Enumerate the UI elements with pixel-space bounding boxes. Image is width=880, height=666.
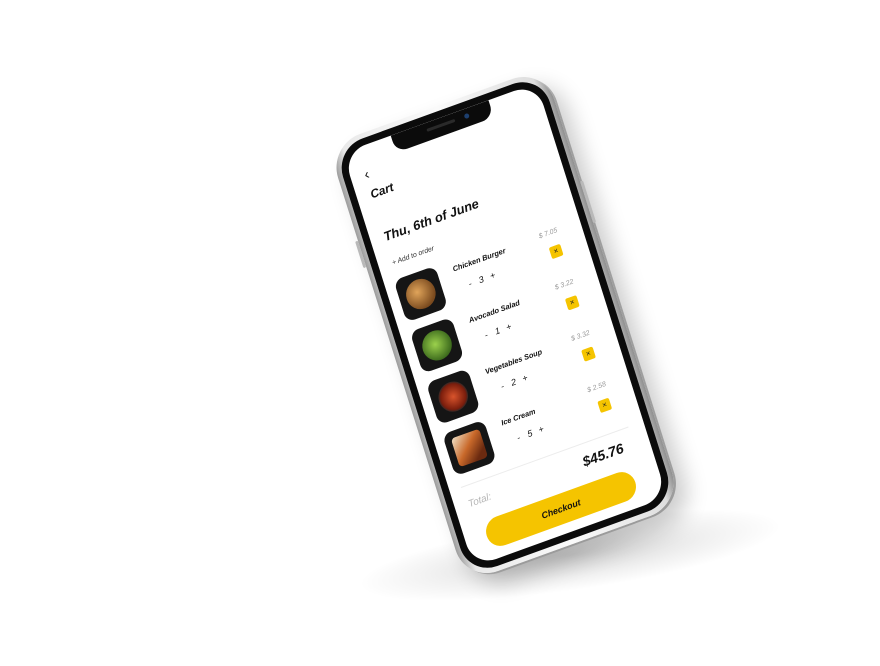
speaker-grille [426,118,456,132]
soup-icon [425,368,481,426]
salad-icon [409,316,465,374]
quantity-stepper: -5 + [511,423,548,445]
item-price: $ 7.05 [537,227,559,241]
dish-photo [418,325,456,365]
cart-screen: ‹ Cart Thu, 6th of June + Add to order C… [343,84,662,563]
increment-button[interactable]: + [485,269,499,283]
dish-photo [434,377,472,416]
quantity-stepper: -1 + [479,320,516,342]
total-label: Total: [466,491,493,511]
quantity-stepper: -3 + [463,269,500,291]
increment-button[interactable]: + [502,320,516,334]
remove-item-button[interactable]: × [597,397,613,414]
front-camera [463,112,470,120]
remove-item-button[interactable]: × [548,243,564,260]
phone-device: ‹ Cart Thu, 6th of June + Add to order C… [327,67,683,583]
phone-bezel: ‹ Cart Thu, 6th of June + Add to order C… [334,73,676,577]
quantity-stepper: -2 + [495,371,532,393]
page-title: Cart [368,179,396,202]
item-price: $ 3.22 [554,278,575,292]
item-price: $ 2.58 [586,380,607,395]
item-price: $ 3.32 [570,329,591,343]
total-value: $45.76 [580,439,626,470]
item-name: Chicken Burger [451,245,507,274]
remove-item-button[interactable]: × [581,346,596,362]
mockup-stage: ‹ Cart Thu, 6th of June + Add to order C… [0,0,880,666]
order-date: Thu, 6th of June [381,195,481,245]
remove-item-button[interactable]: × [564,295,580,311]
increment-button[interactable]: + [518,371,532,385]
increment-button[interactable]: + [534,423,548,437]
add-to-order-link[interactable]: + Add to order [391,245,435,267]
ice-cream-icon [442,419,497,477]
dish-photo [450,428,489,468]
back-arrow-icon[interactable]: ‹ [362,166,375,183]
phone-screen: ‹ Cart Thu, 6th of June + Add to order C… [342,82,668,568]
burger-icon [393,265,449,323]
item-name: Ice Cream [500,406,537,428]
dish-photo [402,274,440,314]
